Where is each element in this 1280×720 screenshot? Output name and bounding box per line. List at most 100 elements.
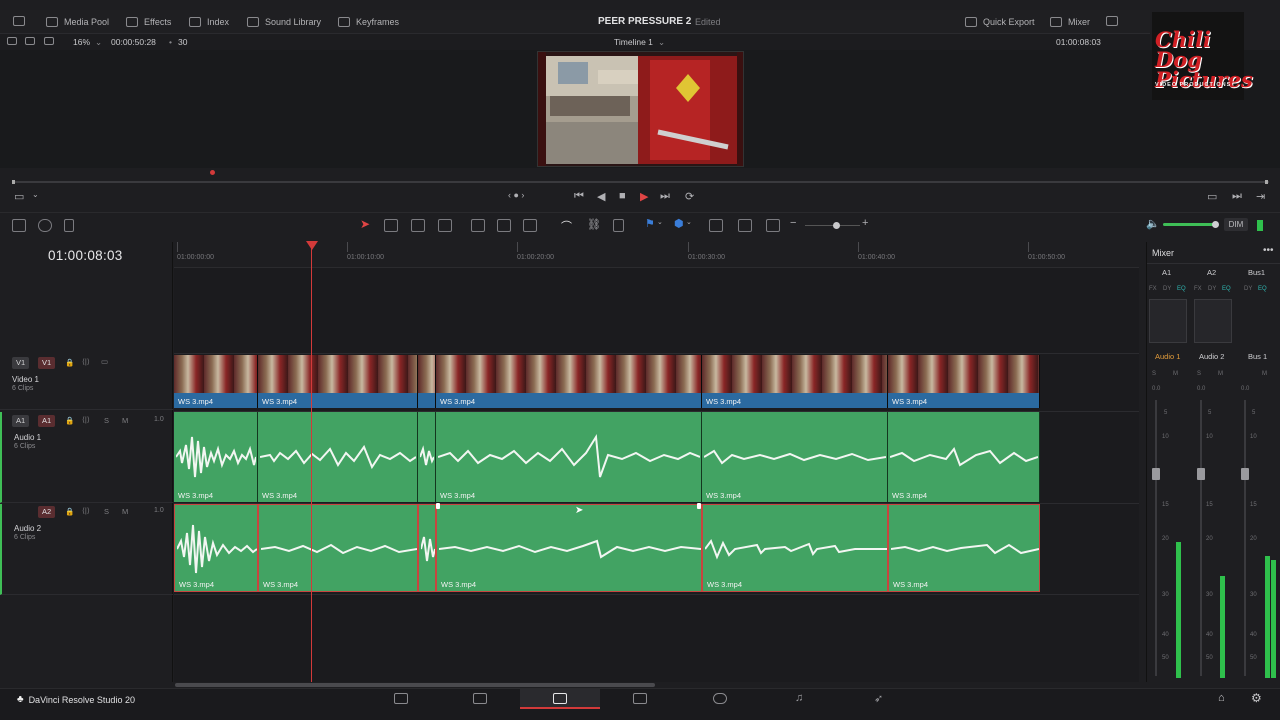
insert-clip-icon[interactable]	[471, 219, 485, 232]
cut-page-icon[interactable]	[473, 693, 487, 704]
dim-button[interactable]: DIM	[1224, 218, 1248, 231]
jog-icon[interactable]: ‹ ● ›	[508, 190, 524, 200]
next-clip-icon[interactable]: ⏭	[1232, 190, 1242, 203]
keyframes-button[interactable]: Keyframes	[338, 15, 399, 29]
selection-tool-icon[interactable]: ➤	[360, 217, 370, 231]
go-to-start-icon[interactable]: ⏮	[574, 190, 584, 203]
mixer-options-icon[interactable]: •••	[1263, 245, 1274, 256]
loop-icon[interactable]: ⟳	[685, 190, 694, 203]
link-icon[interactable]: ⛓	[587, 218, 601, 231]
voiceover-mic-icon[interactable]	[64, 219, 74, 232]
bus1-mute-button[interactable]: M	[1262, 371, 1267, 377]
zoom-level[interactable]: 16%	[73, 37, 90, 47]
timeline-view-icon[interactable]	[12, 219, 26, 232]
marker-chevron-icon[interactable]: ⌄	[686, 218, 692, 226]
a2-dy-button[interactable]: DY	[1208, 286, 1216, 292]
blade-tool-icon[interactable]	[411, 219, 425, 232]
a2-mute-button[interactable]: M	[122, 507, 128, 516]
playhead-handle[interactable]	[306, 241, 318, 250]
timeline-playhead[interactable]	[311, 242, 312, 682]
a1-dest-chip[interactable]: A1	[38, 415, 56, 427]
viewer-mode-icon[interactable]: ▭	[14, 190, 24, 203]
audio-clip-a1[interactable]: WS 3.mp4	[888, 412, 1040, 502]
v1-source-chip[interactable]: V1	[12, 357, 30, 369]
viewer-scrub-bar[interactable]	[12, 181, 1269, 183]
timeline-name[interactable]: Timeline 1	[614, 37, 653, 47]
a2-dest-chip[interactable]: A2	[38, 506, 56, 518]
scrub-playhead[interactable]	[210, 170, 215, 175]
master-volume-slider[interactable]	[1163, 223, 1215, 226]
a2-solo-button[interactable]: S	[104, 507, 109, 516]
zoom-fit-icon[interactable]	[709, 219, 723, 232]
settings-gear-icon[interactable]: ⚙	[1251, 691, 1262, 705]
a1-fx-button[interactable]: FX	[1149, 286, 1157, 292]
v1-lock-icon[interactable]: 🔒	[65, 358, 74, 367]
timeline-ruler[interactable]: 01:00:00:00 01:00:10:00 01:00:20:00 01:0…	[174, 242, 1139, 268]
a1-solo-button[interactable]: S	[1152, 371, 1156, 377]
speaker-icon[interactable]: 🔈	[1146, 217, 1160, 230]
a1-pan-control[interactable]	[1149, 299, 1187, 343]
color-page-icon[interactable]	[713, 693, 727, 704]
layout-icon[interactable]	[7, 37, 17, 45]
a1-dy-button[interactable]: DY	[1163, 286, 1171, 292]
home-icon[interactable]: ⌂	[1218, 692, 1225, 704]
video-clip[interactable]: WS 3.mp4	[258, 355, 418, 408]
lock-icon[interactable]	[613, 219, 624, 232]
a1-fader-track[interactable]	[1155, 400, 1157, 676]
overwrite-clip-icon[interactable]	[497, 219, 511, 232]
dynamic-trim-icon[interactable]	[438, 219, 452, 232]
index-button[interactable]: Index	[189, 15, 229, 29]
v1-video-toggle-icon[interactable]: ▭	[101, 357, 108, 366]
audio-clip-a1[interactable]: WS 3.mp4	[174, 412, 258, 502]
a1-lock-icon[interactable]: 🔒	[65, 416, 74, 425]
replace-clip-icon[interactable]	[523, 219, 537, 232]
a1-auto-select-icon[interactable]: ⟨|⟩	[82, 415, 90, 424]
metadata-icon[interactable]	[1106, 16, 1118, 26]
play-reverse-icon[interactable]: ◀	[597, 190, 605, 203]
a2-mute-button[interactable]: M	[1218, 371, 1223, 377]
viewer-frame[interactable]	[537, 51, 744, 167]
a1-solo-button[interactable]: S	[104, 416, 109, 425]
fusion-page-icon[interactable]	[633, 693, 647, 704]
fullscreen-icon[interactable]: ▭	[1207, 190, 1217, 203]
audio-clip-a2[interactable]: WS 3.mp4	[258, 504, 418, 592]
zoom-custom-icon[interactable]	[766, 219, 780, 232]
video-clip[interactable]: WS 3.mp4	[702, 355, 888, 408]
a2-fader-track[interactable]	[1200, 400, 1202, 676]
stop-icon[interactable]: ■	[619, 190, 626, 202]
audio-clip-a2[interactable]: WS 3.mp4	[174, 504, 258, 592]
layout-icon-3[interactable]	[44, 37, 54, 45]
trim-tool-icon[interactable]	[384, 219, 398, 232]
video-clip[interactable]: WS 3.mp4	[888, 355, 1040, 408]
a2-lock-icon[interactable]: 🔒	[65, 507, 74, 516]
snapping-icon[interactable]: ⌒	[561, 218, 572, 234]
a2-auto-select-icon[interactable]: ⟨|⟩	[82, 506, 90, 515]
last-frame-icon[interactable]: ⇥	[1256, 190, 1265, 203]
a2-eq-button[interactable]: EQ	[1222, 286, 1231, 292]
track-header-audio-1[interactable]: A1 A1 🔒 ⟨|⟩ S M 1.0 Audio 1 6 Clips	[0, 412, 173, 503]
audio-clip-a2[interactable]	[418, 504, 436, 592]
track-header-audio-2[interactable]: A2 🔒 ⟨|⟩ S M 1.0 Audio 2 6 Clips	[0, 504, 173, 595]
video-clip[interactable]: WS 3.mp4	[174, 355, 258, 408]
v1-auto-select-icon[interactable]: ⟨|⟩	[82, 357, 90, 366]
timeline-horizontal-scrollbar[interactable]	[175, 683, 655, 687]
audio-clip-a1[interactable]: WS 3.mp4	[702, 412, 888, 502]
sound-library-button[interactable]: Sound Library	[247, 15, 321, 29]
media-page-icon[interactable]	[394, 693, 408, 704]
video-clip[interactable]: WS 3.mp4	[436, 355, 702, 408]
zoom-chevron-icon[interactable]: ⌄	[95, 37, 102, 48]
audio-clip-a1[interactable]: WS 3.mp4	[258, 412, 418, 502]
quick-export-button[interactable]: Quick Export	[965, 15, 1035, 29]
workspace-icon[interactable]	[13, 16, 25, 26]
audio-clip-a2[interactable]: WS 3.mp4	[436, 504, 702, 592]
a2-solo-button[interactable]: S	[1197, 371, 1201, 377]
zoom-out-icon[interactable]: −	[790, 217, 796, 229]
a2-pan-control[interactable]	[1194, 299, 1232, 343]
audio-clip-a2[interactable]: WS 3.mp4	[888, 504, 1040, 592]
bus1-dy-button[interactable]: DY	[1244, 286, 1252, 292]
audio-clip-a1[interactable]: WS 3.mp4	[436, 412, 702, 502]
bus1-fader-track[interactable]	[1244, 400, 1246, 676]
marker-icon[interactable]: ⬢	[674, 217, 684, 230]
bus1-fader-knob[interactable]	[1241, 468, 1249, 480]
flag-icon[interactable]: ⚑	[645, 217, 655, 230]
